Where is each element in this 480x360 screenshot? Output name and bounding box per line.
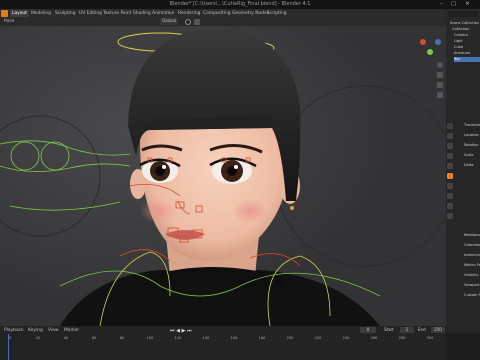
- window-title: Blender* [C:\Users\...\CutieRig_Final.bl…: [169, 1, 311, 7]
- physics-tab-icon[interactable]: [447, 193, 453, 199]
- outliner-item-camera[interactable]: Camera: [454, 33, 480, 38]
- character-bangs: [150, 116, 272, 130]
- timeline-tick-label: 180: [258, 336, 266, 340]
- timeline-ruler[interactable]: 0 20 40 60 80 100 120 140 160 180 200 220 240 260 280 3…: [0, 326, 446, 360]
- prop-row-custom-props[interactable]: Custom Props: [464, 293, 480, 298]
- tab-sculpting[interactable]: Sculpting: [53, 10, 78, 17]
- timeline-tick-label: 60: [91, 336, 97, 340]
- timeline-tick-label: 20: [35, 336, 41, 340]
- tool-tab-icon[interactable]: [447, 123, 453, 129]
- prop-row-transform[interactable]: Transform: [464, 123, 480, 128]
- timeline-tick-label: 260: [370, 336, 378, 340]
- outliner-item-armature[interactable]: Armature: [454, 51, 480, 56]
- modifier-tab-icon[interactable]: [447, 183, 453, 189]
- output-tab-icon[interactable]: [447, 143, 453, 149]
- timeline-tick-label: 240: [342, 336, 350, 340]
- tab-compositing[interactable]: Compositing: [201, 10, 233, 17]
- prop-row-scale[interactable]: Scale: [464, 153, 480, 158]
- perspective-toggle-icon[interactable]: [437, 92, 443, 98]
- scene-tab-icon[interactable]: [447, 153, 453, 159]
- outliner-item-light[interactable]: Light: [454, 39, 480, 44]
- pivot-icon[interactable]: [185, 19, 191, 25]
- timeline-tick-label: 280: [398, 336, 406, 340]
- close-button[interactable]: ✕: [463, 0, 472, 9]
- outliner-item-scene-collection[interactable]: Scene Collection: [450, 21, 480, 26]
- tab-modeling[interactable]: Modeling: [29, 10, 53, 17]
- tab-texture-paint[interactable]: Texture Paint: [101, 10, 133, 17]
- outliner-panel: Scene Collection Collection Camera Light…: [446, 9, 480, 119]
- 3d-viewport[interactable]: [0, 26, 446, 326]
- zoom-icon[interactable]: [437, 62, 443, 68]
- timeline-tick-label: 120: [174, 336, 182, 340]
- timeline-tick-label: 160: [230, 336, 238, 340]
- character-cheek: [140, 199, 176, 223]
- constraint-tab-icon[interactable]: [447, 203, 453, 209]
- viewport-header: Pose Global Pose Options: [0, 18, 446, 43]
- tab-uv-editing[interactable]: UV Editing: [77, 10, 104, 17]
- tab-layout[interactable]: Layout: [10, 10, 29, 17]
- timeline-tick-label: 0: [8, 336, 12, 340]
- timeline-tick-label: 220: [314, 336, 322, 340]
- blender-logo-icon[interactable]: [1, 10, 8, 17]
- transform-orientation-dropdown[interactable]: Global: [160, 18, 179, 25]
- outliner-item-rig-selected[interactable]: Rig: [454, 57, 480, 62]
- timeline-tick-label: 200: [286, 336, 294, 340]
- tab-scripting[interactable]: Scripting: [265, 10, 289, 17]
- prop-row-delta[interactable]: Delta: [464, 163, 480, 168]
- camera-view-icon[interactable]: [437, 82, 443, 88]
- prop-row-relations[interactable]: Relations: [464, 233, 480, 238]
- tab-rendering[interactable]: Rendering: [176, 10, 202, 17]
- object-tab-icon[interactable]: [447, 173, 453, 179]
- prop-row-collections[interactable]: Collections: [464, 243, 480, 248]
- workspace-tab-bar: Layout Modeling Sculpting UV Editing Tex…: [0, 9, 480, 18]
- timeline-panel: Playback Keying View Marker ⏮ ◀ ▶ ⏭ 0 St…: [0, 326, 446, 360]
- prop-row-viewport-display[interactable]: Viewport Display: [464, 283, 480, 288]
- prop-row-rotation[interactable]: Rotation: [464, 143, 480, 148]
- maximize-button[interactable]: □: [449, 0, 458, 9]
- outliner-item-collection[interactable]: Collection: [452, 27, 480, 32]
- prop-row-motion-paths[interactable]: Motion Paths: [464, 263, 480, 268]
- world-tab-icon[interactable]: [447, 163, 453, 169]
- data-tab-icon[interactable]: [447, 213, 453, 219]
- outliner-item-cutie[interactable]: Cutie: [454, 45, 480, 50]
- playhead[interactable]: [8, 334, 9, 360]
- render-tab-icon[interactable]: [447, 133, 453, 139]
- snap-icon[interactable]: [194, 19, 200, 25]
- timeline-tick-label: 100: [146, 336, 154, 340]
- mode-selector[interactable]: Pose: [2, 18, 16, 25]
- timeline-tick-label: 40: [63, 336, 69, 340]
- character-cheek: [232, 199, 268, 223]
- title-bar: Blender* [C:\Users\...\CutieRig_Final.bl…: [0, 0, 480, 9]
- properties-panel: Transform Location Rotation Scale Delta …: [446, 119, 480, 333]
- prop-row-visibility[interactable]: Visibility: [464, 273, 480, 278]
- viewport-scene: [0, 26, 446, 326]
- character-earring: [290, 206, 294, 210]
- timeline-tick-label: 140: [202, 336, 210, 340]
- pan-icon[interactable]: [437, 72, 443, 78]
- timeline-tick-label: 80: [119, 336, 125, 340]
- timeline-tick-label: 300: [426, 336, 434, 340]
- minimize-button[interactable]: –: [437, 0, 446, 9]
- prop-row-location[interactable]: Location: [464, 133, 480, 138]
- prop-row-instancing[interactable]: Instancing: [464, 253, 480, 258]
- tab-animation[interactable]: Animation: [150, 10, 176, 17]
- outliner-search-input[interactable]: [448, 11, 478, 17]
